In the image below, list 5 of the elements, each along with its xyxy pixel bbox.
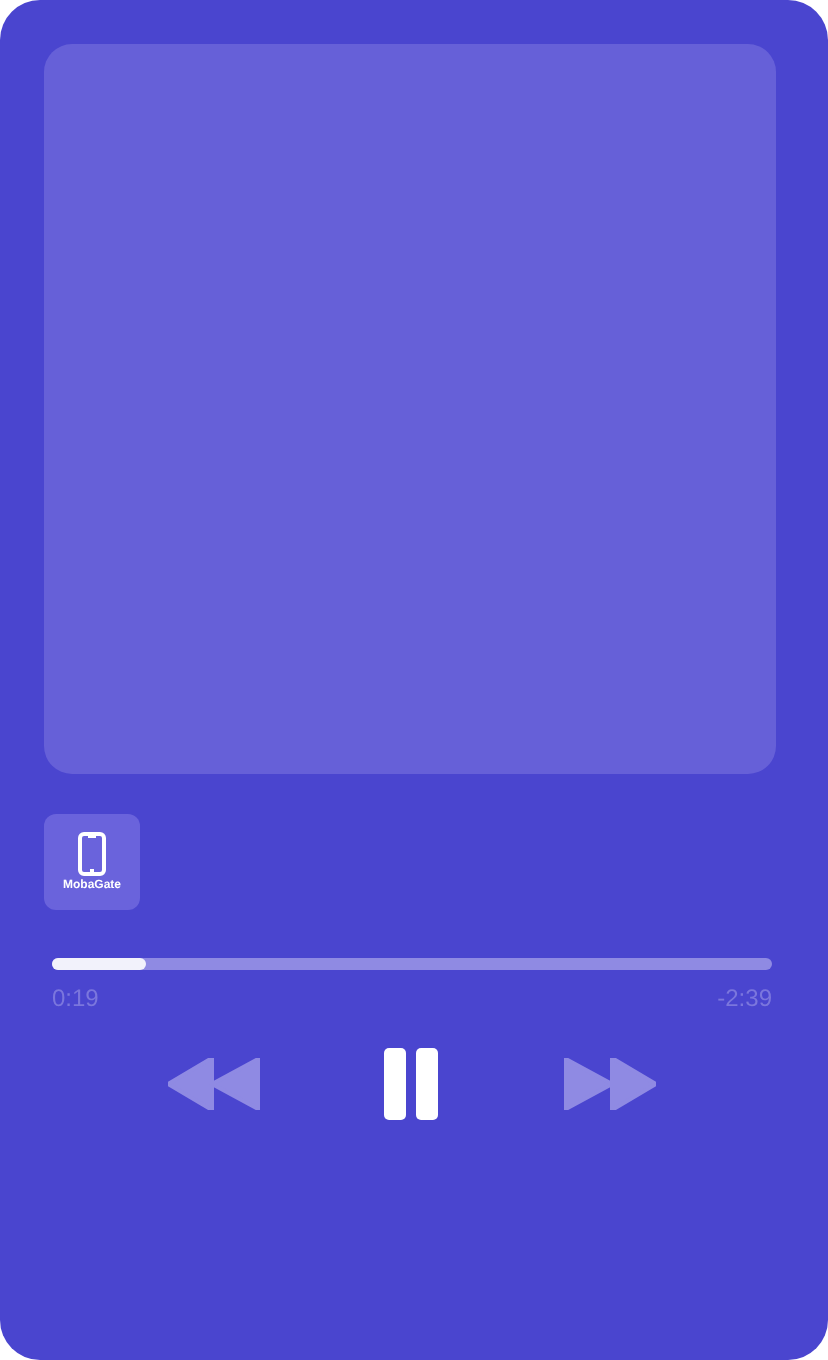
- rewind-icon[interactable]: [168, 1058, 260, 1110]
- progress-track[interactable]: [52, 958, 772, 970]
- fast-forward-icon[interactable]: [564, 1058, 656, 1110]
- phone-icon: [78, 831, 106, 875]
- pause-icon[interactable]: [384, 1048, 440, 1120]
